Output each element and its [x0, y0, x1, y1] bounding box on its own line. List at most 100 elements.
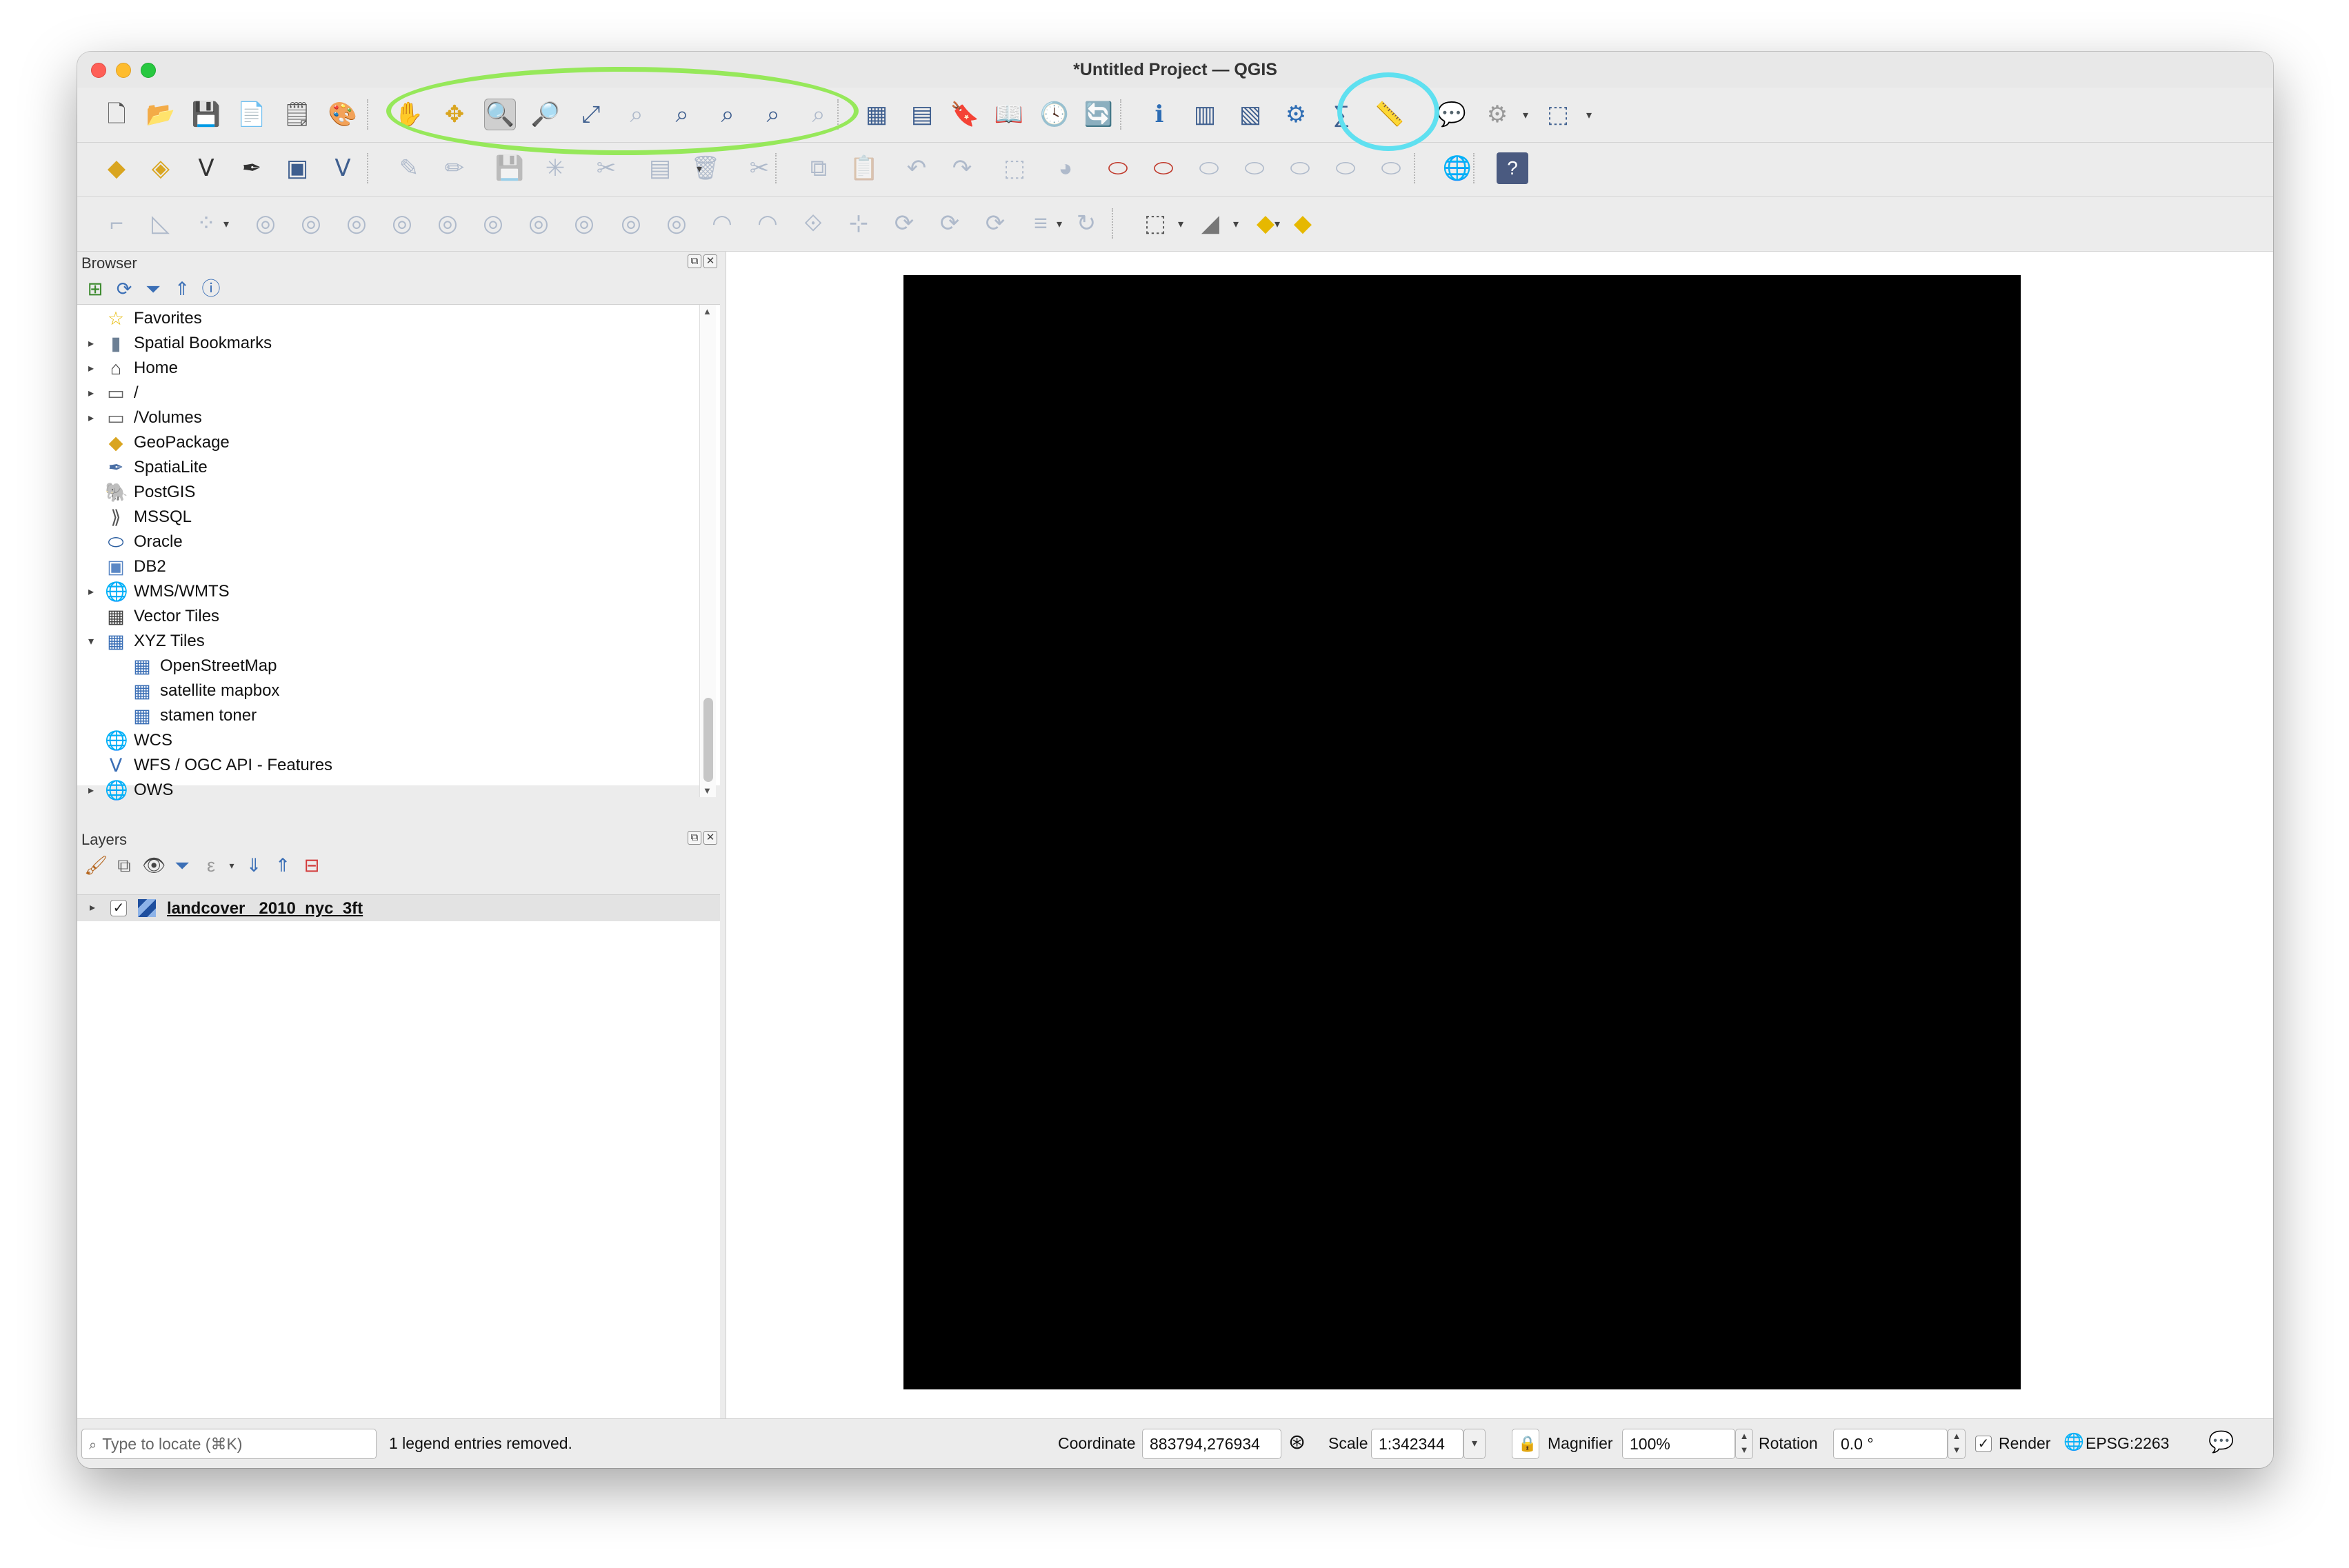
locate-search-input[interactable]: ⌕ Type to locate (⌘K)	[81, 1429, 377, 1459]
layout-manager-icon[interactable]: 🗒	[281, 99, 313, 130]
vertex-tool-icon[interactable]: ✂	[590, 152, 622, 184]
new-spatial-bookmark-icon[interactable]: 🔖	[949, 99, 981, 130]
show-hide-labels-icon[interactable]: ⬭	[1239, 152, 1270, 184]
add-group-icon[interactable]: ⧉	[113, 854, 135, 876]
new-temporary-layer-icon[interactable]: ▣	[281, 152, 313, 184]
collapse-all-icon[interactable]: ⇑	[272, 854, 294, 876]
new-geopackage-layer-icon[interactable]: ◈	[145, 152, 177, 184]
undo-icon[interactable]: ↶	[901, 152, 932, 184]
highlight-pinned-labels-icon[interactable]: ⬭	[1148, 152, 1179, 184]
remove-layer-icon[interactable]: ⊟	[301, 854, 323, 876]
toggle-extents-icon[interactable]: ⊛	[1288, 1430, 1306, 1454]
feature-action-icon[interactable]: ◆	[1287, 208, 1319, 239]
digitize-icon[interactable]: ✳	[539, 152, 571, 184]
filter-legend-icon[interactable]: ⏷	[171, 854, 193, 876]
expand-arrow-icon[interactable]: ▸	[86, 901, 99, 914]
map-canvas[interactable]	[726, 252, 2273, 1418]
fill-ring-icon[interactable]: ◎	[250, 208, 281, 239]
current-edits-icon[interactable]: ✎	[393, 152, 425, 184]
split-parts-icon[interactable]: ◎	[568, 208, 600, 239]
move-label-icon[interactable]: ⬭	[1284, 152, 1316, 184]
delete-selected-icon[interactable]: 🗑	[690, 152, 721, 184]
open-attribute-table-icon[interactable]: ▥	[1189, 99, 1221, 130]
browser-item[interactable]: 🌐 WCS	[77, 728, 698, 753]
browser-item[interactable]: Ⅴ WFS / OGC API - Features	[77, 753, 698, 778]
identify-features-icon[interactable]: ℹ	[1143, 99, 1175, 130]
refresh-browser-icon[interactable]: ⟳	[113, 278, 135, 300]
chevron-down-icon[interactable]: ▾	[1275, 217, 1280, 231]
chevron-down-icon[interactable]: ▾	[1233, 217, 1239, 231]
browser-item[interactable]: ▸ ▮ Spatial Bookmarks	[77, 331, 698, 356]
data-source-manager-icon[interactable]: ◆	[101, 152, 132, 184]
diagram-icon[interactable]: ◕	[1050, 152, 1081, 184]
new-virtual-layer-icon[interactable]: Ⅴ	[327, 152, 359, 184]
new-shapefile-layer-icon[interactable]: Ⅴ	[190, 152, 222, 184]
add-selected-layers-icon[interactable]: ⊞	[84, 278, 106, 300]
browser-item[interactable]: ▸ ▭ /	[77, 381, 698, 405]
browser-item[interactable]: ▸ 🌐 WMS/WMTS	[77, 579, 698, 604]
browser-item[interactable]: ▾ ▦ XYZ Tiles	[77, 629, 698, 654]
style-manager-icon[interactable]: 🎨	[327, 99, 359, 130]
collapse-all-icon[interactable]: ⇑	[171, 278, 193, 300]
copy-move-icon[interactable]: ≡	[1025, 208, 1057, 239]
close-panel-icon[interactable]: ✕	[703, 831, 717, 845]
reverse-line-icon[interactable]: ⟳	[888, 208, 920, 239]
lock-scale-icon[interactable]: 🔒	[1512, 1429, 1539, 1459]
save-edits-icon[interactable]: 💾	[494, 152, 526, 184]
manage-map-themes-icon[interactable]: 👁	[142, 854, 166, 876]
layer-labeling-icon[interactable]: ⬭	[1102, 152, 1134, 184]
filter-by-expression-icon[interactable]: ε	[200, 854, 222, 876]
cut-features-icon[interactable]: ✂	[743, 152, 775, 184]
properties-info-icon[interactable]: ⓘ	[200, 278, 222, 300]
messages-icon[interactable]: 💬	[2208, 1430, 2234, 1454]
delete-part-icon[interactable]: ◎	[386, 208, 418, 239]
browser-item[interactable]: ▸ ▭ /Volumes	[77, 405, 698, 430]
chevron-down-icon[interactable]: ▾	[1057, 217, 1062, 231]
open-layer-styling-icon[interactable]: 🖌	[84, 854, 108, 876]
expand-all-icon[interactable]: ⇓	[243, 854, 265, 876]
rotation-field[interactable]: 0.0 °	[1833, 1429, 1948, 1459]
browser-item[interactable]: ⟫ MSSQL	[77, 505, 698, 530]
expand-arrow-icon[interactable]: ▸	[84, 783, 98, 797]
browser-item[interactable]: ▦ OpenStreetMap	[77, 654, 698, 679]
redo-icon[interactable]: ↷	[946, 152, 978, 184]
select-features-icon[interactable]: ⬚	[1542, 99, 1574, 130]
browser-item[interactable]: ▸ 🌐 OWS	[77, 778, 698, 803]
close-panel-icon[interactable]: ✕	[703, 254, 717, 268]
change-label-icon[interactable]: ⬭	[1375, 152, 1407, 184]
layer-visibility-checkbox[interactable]: ✓	[110, 900, 127, 916]
crs-button[interactable]: EPSG:2263	[2086, 1434, 2169, 1453]
render-checkbox[interactable]: ✓	[1975, 1436, 1992, 1452]
offset-point-symbols-icon[interactable]: ◠	[752, 208, 783, 239]
browser-item[interactable]: 🐘 PostGIS	[77, 480, 698, 505]
scale-field[interactable]: 1:342344	[1371, 1429, 1463, 1459]
browser-scrollbar[interactable]: ▲ ▼	[699, 305, 716, 797]
modify-attributes-icon[interactable]: ▤	[644, 152, 676, 184]
new-project-icon[interactable]: 🗋	[101, 99, 132, 130]
expand-arrow-icon[interactable]: ▸	[84, 585, 98, 599]
enable-snapping-icon[interactable]: ◺	[145, 208, 177, 239]
simplify-icon[interactable]: ⊹	[843, 208, 874, 239]
expand-arrow-icon[interactable]: ▾	[84, 634, 98, 648]
scale-dropdown-arrow[interactable]: ▾	[1463, 1429, 1486, 1459]
annotation-icon[interactable]: ⚙	[1481, 99, 1513, 130]
magnifier-field[interactable]: 100%	[1622, 1429, 1735, 1459]
filter-browser-icon[interactable]: ⏷	[142, 278, 164, 300]
trim-extend-icon[interactable]: ⟐	[797, 208, 829, 239]
save-project-icon[interactable]: 💾	[190, 99, 222, 130]
advanced-digitizing-icon[interactable]: ⌐	[101, 208, 132, 239]
new-map-view-icon[interactable]: ▦	[861, 99, 892, 130]
browser-item[interactable]: ⬭ Oracle	[77, 530, 698, 554]
offset-curve-icon[interactable]: ◎	[477, 208, 509, 239]
browser-scrollbar-thumb[interactable]	[703, 698, 713, 782]
copy-features-icon[interactable]: ⧉	[803, 152, 834, 184]
browser-item[interactable]: ▦ Vector Tiles	[77, 604, 698, 629]
show-spatial-bookmarks-icon[interactable]: 📖	[993, 99, 1025, 130]
chevron-down-icon[interactable]: ▾	[1178, 217, 1183, 231]
chevron-down-icon[interactable]: ▾	[223, 217, 229, 231]
merge-selected-icon[interactable]: ◎	[615, 208, 647, 239]
browser-item[interactable]: ▦ satellite mapbox	[77, 679, 698, 703]
new-spatialite-layer-icon[interactable]: ✒	[236, 152, 268, 184]
browser-item[interactable]: ▦ stamen toner	[77, 703, 698, 728]
coordinate-field[interactable]: 883794,276934	[1142, 1429, 1281, 1459]
